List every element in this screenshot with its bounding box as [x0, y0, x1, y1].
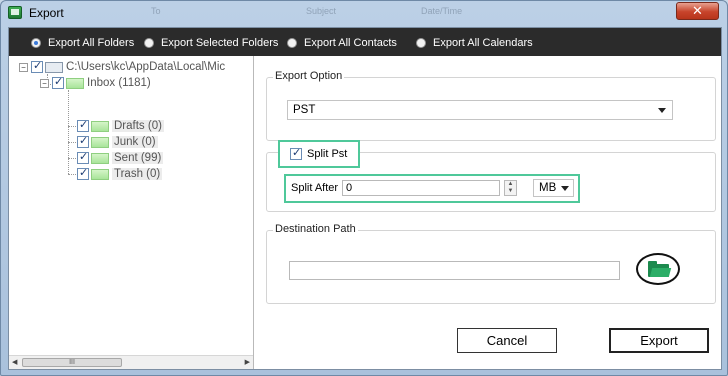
checkbox[interactable]	[31, 59, 43, 73]
radio-selected-icon	[31, 38, 41, 48]
radio-icon	[416, 38, 426, 48]
split-after-highlight: Split After 0 ▲ ▼ MB	[284, 174, 580, 203]
split-after-label: Split After	[291, 182, 339, 194]
tree-connector	[68, 158, 76, 159]
split-pst-checkbox[interactable]: Split Pst	[290, 146, 348, 160]
group-label: Export Option	[273, 70, 345, 82]
background-header-text: Date/Time	[421, 6, 463, 16]
folder-icon	[91, 152, 109, 164]
radio-icon	[287, 38, 297, 48]
tree-node-sent[interactable]: Sent (99)	[77, 150, 164, 166]
collapse-icon[interactable]: −	[19, 62, 28, 72]
scroll-left-icon[interactable]: ◀	[12, 358, 17, 366]
checkbox[interactable]	[77, 118, 89, 132]
collapse-icon[interactable]: −	[40, 78, 49, 88]
folder-open-icon	[648, 261, 669, 277]
folder-icon	[91, 120, 109, 132]
radio-label: Export All Calendars	[433, 37, 533, 49]
tree-node-drafts[interactable]: Drafts (0)	[77, 118, 164, 134]
radio-export-all-calendars[interactable]: Export All Calendars	[416, 36, 533, 50]
tree-node-label: Sent (99)	[112, 152, 164, 164]
checkbox[interactable]	[77, 166, 89, 180]
export-window: Export To Subject Date/Time ✕ Export All…	[0, 0, 728, 376]
tree-connector	[68, 90, 69, 174]
drive-icon	[45, 61, 63, 73]
radio-label: Export All Contacts	[304, 37, 397, 49]
radio-export-selected-folders[interactable]: Export Selected Folders	[144, 36, 278, 50]
tree-node-label: Junk (0)	[112, 136, 158, 148]
radio-label: Export Selected Folders	[161, 37, 279, 49]
destination-path-group: Destination Path	[266, 223, 716, 304]
chevron-down-icon	[561, 186, 569, 191]
size-unit-dropdown[interactable]: MB	[533, 179, 574, 197]
tree-node-label: Drafts (0)	[112, 120, 164, 132]
checkbox[interactable]	[52, 75, 64, 89]
folder-tree: − C:\Users\kc\AppData\Local\Mic − Inbox …	[9, 56, 254, 369]
stepper-up-icon[interactable]: ▲	[505, 181, 516, 188]
background-header-text: To	[151, 6, 161, 16]
export-mode-bar: Export All Folders Export Selected Folde…	[9, 28, 721, 56]
radio-export-all-contacts[interactable]: Export All Contacts	[287, 36, 397, 50]
tree-node-root[interactable]: − C:\Users\kc\AppData\Local\Mic	[19, 59, 225, 75]
format-value: PST	[293, 104, 316, 116]
tree-node-label: Inbox (1181)	[87, 77, 151, 89]
checkbox[interactable]	[77, 150, 89, 164]
background-header-text: Subject	[306, 6, 337, 16]
title-bar: Export To Subject Date/Time ✕	[1, 1, 727, 25]
folder-icon	[91, 168, 109, 180]
cancel-button[interactable]: Cancel	[457, 328, 557, 353]
tree-connector	[68, 174, 76, 175]
unit-value: MB	[539, 182, 557, 194]
tree-node-trash[interactable]: Trash (0)	[77, 166, 163, 182]
horizontal-scrollbar[interactable]: ◀ III ▶	[9, 355, 253, 369]
folder-icon	[66, 77, 84, 89]
window-title: Export	[29, 6, 64, 20]
tree-connector	[68, 142, 76, 143]
radio-icon	[144, 38, 154, 48]
browse-folder-button[interactable]	[636, 253, 680, 285]
destination-path-input[interactable]	[289, 261, 620, 280]
tree-node-inbox[interactable]: − Inbox (1181)	[40, 75, 151, 91]
export-button[interactable]: Export	[609, 328, 709, 353]
checkbox[interactable]	[77, 134, 89, 148]
radio-label: Export All Folders	[48, 37, 135, 49]
close-button[interactable]: ✕	[676, 2, 719, 20]
scroll-right-icon[interactable]: ▶	[245, 358, 250, 366]
format-dropdown[interactable]: PST	[287, 100, 673, 120]
tree-node-label: Trash (0)	[112, 168, 163, 180]
split-pst-highlight: Split Pst	[278, 140, 360, 168]
tree-node-label: C:\Users\kc\AppData\Local\Mic	[66, 61, 226, 73]
stepper-down-icon[interactable]: ▼	[505, 188, 516, 195]
split-after-input[interactable]: 0	[342, 180, 500, 196]
export-option-group: Export Option PST	[266, 70, 716, 141]
group-label: Destination Path	[273, 223, 358, 235]
radio-export-all-folders[interactable]: Export All Folders	[31, 36, 134, 50]
split-pst-label: Split Pst	[307, 148, 348, 160]
close-icon: ✕	[692, 3, 703, 18]
dialog-client-area: Export All Folders Export Selected Folde…	[8, 27, 722, 370]
checkbox[interactable]	[290, 146, 302, 160]
chevron-down-icon	[658, 108, 666, 113]
tree-node-junk[interactable]: Junk (0)	[77, 134, 158, 150]
folder-icon	[91, 136, 109, 148]
split-after-stepper[interactable]: ▲ ▼	[504, 180, 517, 196]
app-icon	[8, 6, 22, 19]
tree-connector	[68, 126, 76, 127]
scrollbar-thumb[interactable]: III	[22, 358, 122, 367]
